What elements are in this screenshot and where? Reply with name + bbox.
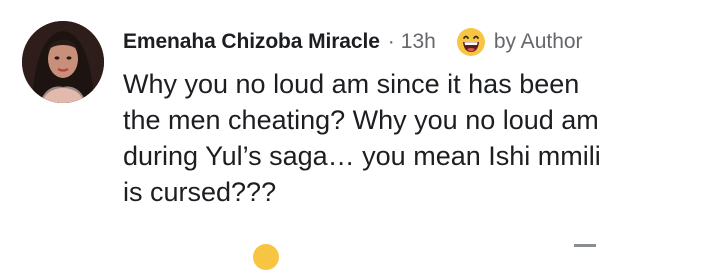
author-badge-label: by Author xyxy=(493,30,583,53)
comment: Emenaha Chizoba Miracle · 13h by Author … xyxy=(0,0,720,270)
comment-text-line: Why you no loud am since it has been xyxy=(123,69,580,99)
comment-body: Why you no loud am since it has been the… xyxy=(123,66,703,210)
author-badge: by Author xyxy=(456,27,583,57)
author-name[interactable]: Emenaha Chizoba Miracle xyxy=(123,30,380,54)
laughing-emoji-icon xyxy=(456,28,485,56)
comment-text-line: is cursed??? xyxy=(123,177,277,207)
reaction-emoji-icon[interactable] xyxy=(253,244,279,270)
comment-text-line: during Yul’s saga… you mean Ishi mmili xyxy=(123,141,601,171)
reply-icon[interactable] xyxy=(574,244,596,263)
comment-text-line: the men cheating? Why you no loud am xyxy=(123,105,599,135)
timestamp[interactable]: 13h xyxy=(401,30,436,54)
separator-dot: · xyxy=(387,30,395,53)
avatar-image xyxy=(22,21,104,103)
comment-header: Emenaha Chizoba Miracle · 13h by Author xyxy=(123,28,583,56)
avatar[interactable] xyxy=(22,21,104,103)
